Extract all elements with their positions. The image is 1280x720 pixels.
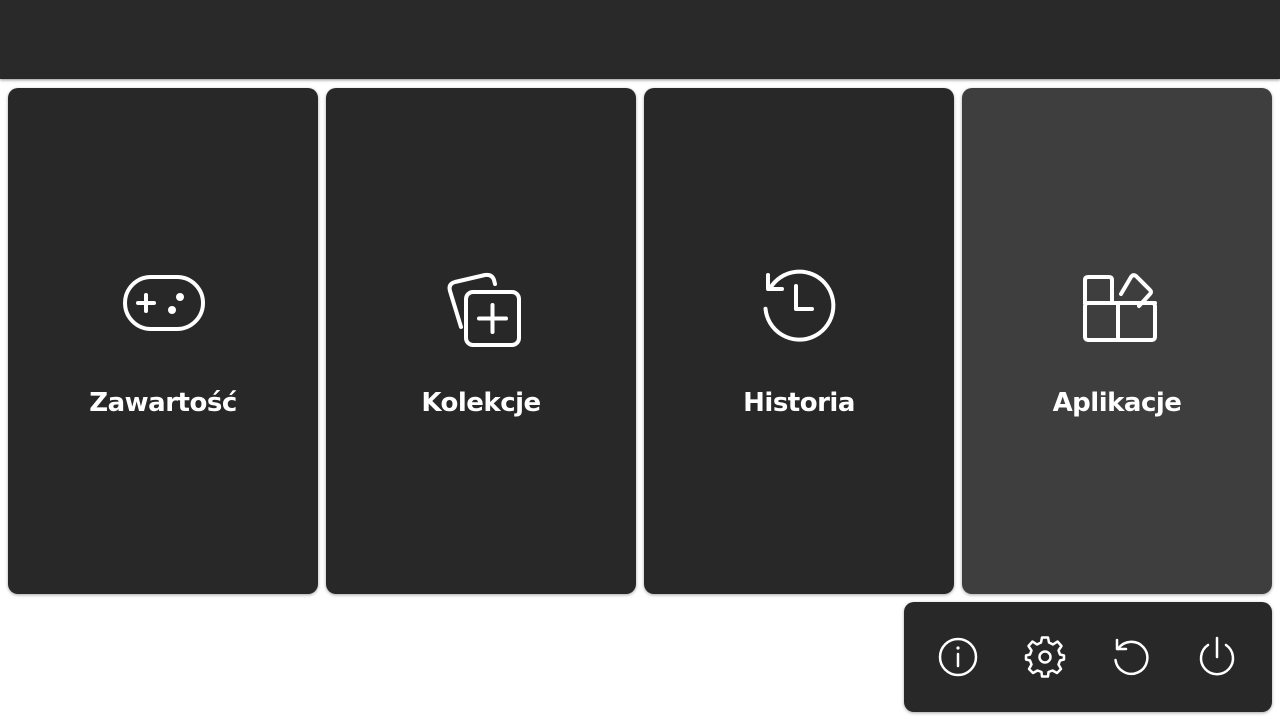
info-icon — [938, 637, 978, 677]
tile-aplikacje[interactable]: Aplikacje — [962, 88, 1272, 594]
settings-button[interactable] — [1023, 635, 1067, 679]
main-menu-tiles: Zawartość Kolekcje Historia Aplikacje — [8, 88, 1272, 594]
tile-zawartosc[interactable]: Zawartość — [8, 88, 318, 594]
system-button-bar — [904, 602, 1272, 712]
apps-icon — [1075, 263, 1159, 347]
tile-label: Historia — [743, 388, 855, 418]
restart-icon — [1114, 638, 1149, 676]
restart-button[interactable] — [1109, 635, 1153, 679]
info-button[interactable] — [936, 635, 980, 679]
power-button[interactable] — [1195, 635, 1239, 679]
settings-gear-icon — [1024, 636, 1066, 678]
gamepad-icon — [121, 263, 205, 347]
tile-label: Kolekcje — [421, 388, 541, 418]
tile-label: Zawartość — [89, 388, 237, 418]
history-icon — [757, 263, 841, 347]
top-bar — [0, 0, 1280, 79]
add-collection-icon — [439, 263, 523, 347]
power-icon — [1199, 636, 1235, 676]
tile-kolekcje[interactable]: Kolekcje — [326, 88, 636, 594]
tile-historia[interactable]: Historia — [644, 88, 954, 594]
tile-label: Aplikacje — [1052, 388, 1182, 418]
